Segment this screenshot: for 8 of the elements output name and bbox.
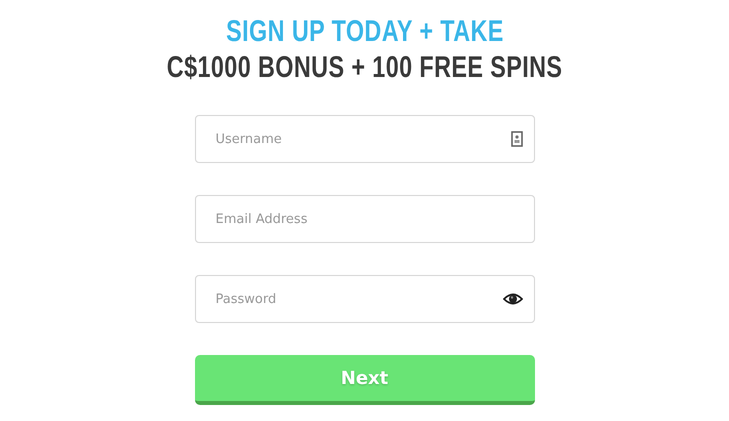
contact-card-icon	[510, 131, 522, 147]
headline-accent: SIGN UP TODAY + TAKE	[226, 14, 504, 50]
input-field[interactable]: Password	[194, 275, 534, 323]
next-button[interactable]: Next	[194, 355, 534, 405]
input-field[interactable]: Email Address	[194, 195, 534, 243]
input-field[interactable]: Username	[194, 115, 534, 163]
eye-icon[interactable]	[502, 292, 522, 306]
headline: C$1000 BONUS + 100 FREE SPINS	[166, 50, 562, 86]
